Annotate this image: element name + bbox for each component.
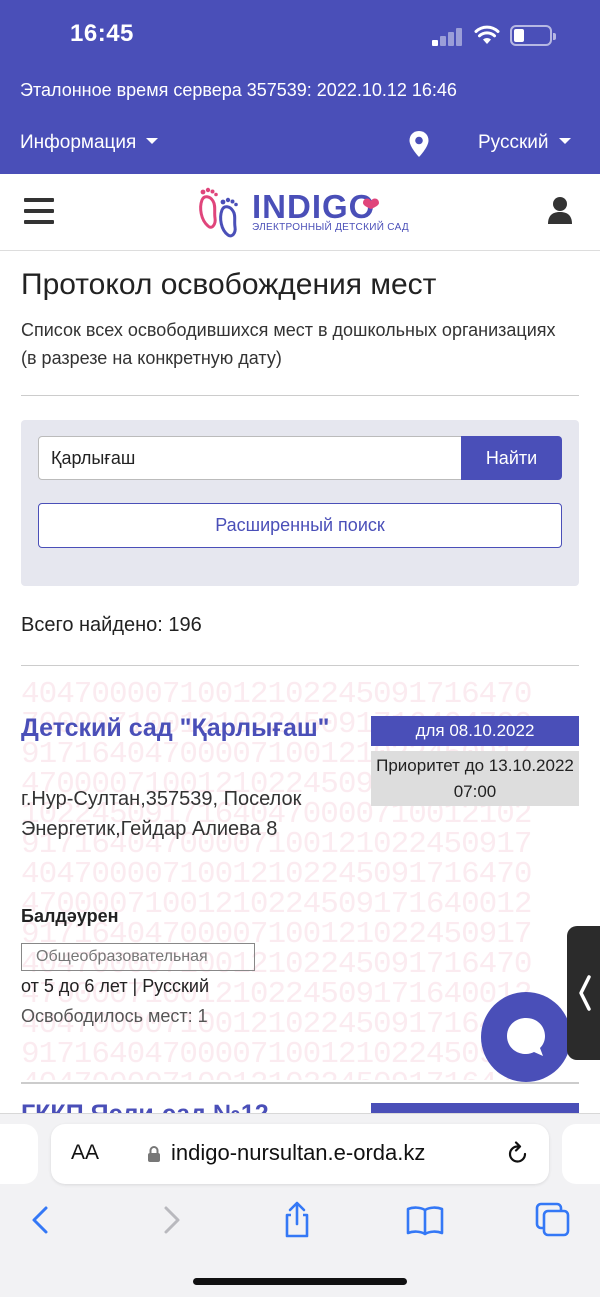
priority-badge: Приоритет до 13.10.2022 07:00 <box>371 751 579 806</box>
language-dropdown[interactable]: Русский <box>478 132 571 154</box>
location-pin-icon[interactable] <box>408 130 430 158</box>
advanced-search-button[interactable]: Расширенный поиск <box>38 503 562 548</box>
language-label: Русский <box>478 132 549 153</box>
chat-button[interactable] <box>481 992 571 1082</box>
status-bar: 16:45 <box>0 0 600 72</box>
total-found: Всего найдено: 196 <box>21 614 202 636</box>
date-badge: для 08.10.2022 <box>371 716 579 746</box>
search-panel: Қарлығаш Найти Расширенный поиск <box>21 420 579 586</box>
next-kindergarten-name-link[interactable]: ГККП Ясли-сад №12 <box>21 1100 269 1114</box>
wifi-icon <box>474 25 500 44</box>
main-nav: INDIGO ЭЛЕКТРОННЫЙ ДЕТСКИЙ САД <box>0 174 600 251</box>
group-type-tag: Общеобразовательная <box>21 943 255 971</box>
server-time: Эталонное время сервера 357539: 2022.10.… <box>20 80 457 100</box>
info-menu-label: Информация <box>20 132 137 153</box>
divider <box>21 665 579 666</box>
menu-icon[interactable] <box>24 198 54 224</box>
group-name: Балдәурен <box>21 906 119 926</box>
watermark-line: 40470000710012102245091716470 <box>21 857 533 892</box>
logo-tagline: ЭЛЕКТРОННЫЙ ДЕТСКИЙ САД <box>252 222 409 233</box>
logo-wordmark: INDIGO <box>252 188 376 225</box>
side-panel-toggle[interactable] <box>567 926 600 1060</box>
tabs-icon[interactable] <box>533 1200 573 1240</box>
lock-icon <box>148 1146 160 1162</box>
divider <box>21 1082 579 1084</box>
freed-places: Освободилось мест: 1 <box>21 1006 208 1026</box>
top-header: 16:45 Эталонное время сервера 357539: 20… <box>0 0 600 174</box>
chevron-down-icon <box>146 137 159 144</box>
find-button[interactable]: Найти <box>461 436 562 480</box>
browser-toolbar <box>0 1200 600 1244</box>
page-title: Протокол освобождения мест <box>21 268 437 301</box>
search-input[interactable]: Қарлығаш <box>38 436 462 480</box>
url-text: indigo-nursultan.e-orda.kz <box>171 1140 426 1165</box>
next-tab-preview[interactable] <box>562 1124 600 1184</box>
chat-bubble-icon <box>507 1018 545 1056</box>
browser-chrome: AA indigo-nursultan.e-orda.kz <box>0 1113 600 1297</box>
divider <box>21 395 579 396</box>
info-menu-dropdown[interactable]: Информация <box>20 132 159 154</box>
cellular-signal-icon <box>432 26 464 46</box>
age-language: от 5 до 6 лет | Русский <box>21 976 210 996</box>
footprints-logo-icon <box>199 187 238 238</box>
status-time: 16:45 <box>70 20 134 47</box>
text-size-button[interactable]: AA <box>71 1141 99 1165</box>
watermark-line: 40470000710012102245091716470 <box>21 680 533 712</box>
share-icon[interactable] <box>277 1200 317 1240</box>
reload-icon[interactable] <box>506 1141 530 1167</box>
bookmarks-icon[interactable] <box>405 1200 445 1240</box>
indigo-logo[interactable]: INDIGO ЭЛЕКТРОННЫЙ ДЕТСКИЙ САД <box>196 186 409 238</box>
battery-icon <box>510 25 556 46</box>
chevron-left-icon <box>579 975 591 1011</box>
forward-icon[interactable] <box>150 1200 190 1240</box>
kindergarten-address: г.Нур-Султан,357539, Поселок Энергетик,Г… <box>21 788 302 840</box>
home-indicator[interactable] <box>193 1278 407 1285</box>
address-bar[interactable]: AA indigo-nursultan.e-orda.kz <box>51 1124 549 1184</box>
chevron-down-icon <box>558 137 571 144</box>
previous-tab-preview[interactable] <box>0 1124 38 1184</box>
kindergarten-name-link[interactable]: Детский сад "Қарлығаш" <box>21 712 341 744</box>
page-description: Список всех освободившихся мест в дошкол… <box>21 320 556 368</box>
user-icon[interactable] <box>548 196 572 226</box>
back-icon[interactable] <box>22 1200 62 1240</box>
text-size-label: AA <box>71 1141 100 1164</box>
heart-accent-icon <box>363 198 379 209</box>
